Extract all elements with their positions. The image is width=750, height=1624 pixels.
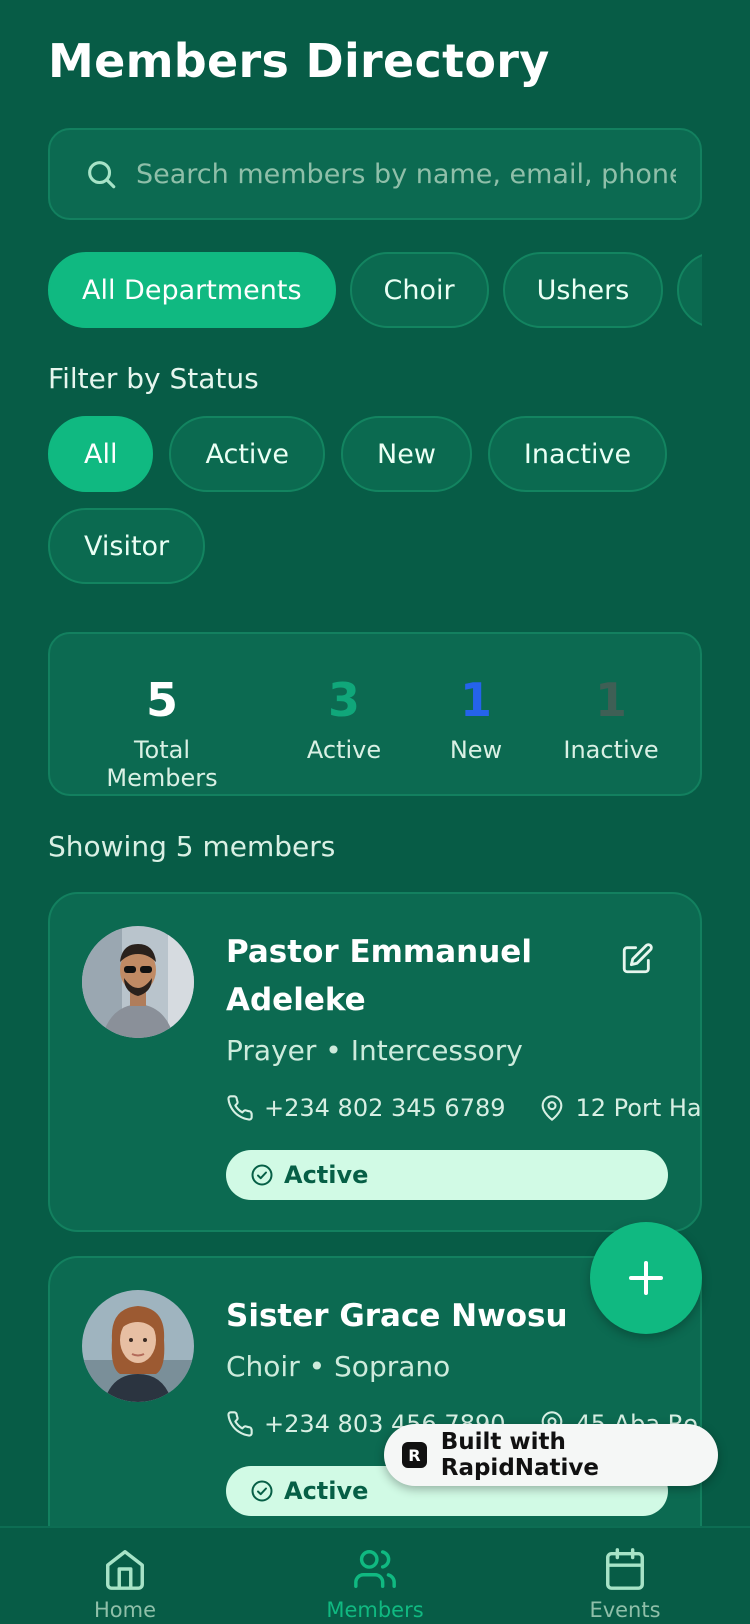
phone-icon bbox=[227, 1095, 253, 1121]
dept-chip-more[interactable] bbox=[677, 252, 702, 328]
phone-icon bbox=[227, 1411, 253, 1437]
calendar-icon bbox=[606, 1548, 644, 1590]
home-icon bbox=[106, 1550, 144, 1590]
member-phone: +234 802 345 6789 bbox=[264, 1094, 506, 1122]
add-member-button[interactable] bbox=[590, 1222, 702, 1334]
address-info: 12 Port Harcourt Road bbox=[538, 1094, 702, 1122]
avatar bbox=[82, 926, 194, 1038]
search-icon bbox=[88, 161, 116, 189]
member-name: Sister Grace Nwosu bbox=[226, 1298, 568, 1334]
status-filter-label: Filter by Status bbox=[48, 362, 259, 395]
member-contact: +234 802 345 6789 12 Port Harcourt Road bbox=[226, 1094, 702, 1122]
stat-active-label: Active bbox=[306, 736, 382, 764]
stat-total-label: Total Members bbox=[106, 736, 218, 792]
status-chip-inactive[interactable]: Inactive bbox=[487, 416, 668, 492]
member-role: Prayer • Intercessory bbox=[226, 1034, 523, 1067]
results-count: Showing 5 members bbox=[48, 830, 336, 863]
tab-events-label: Events bbox=[589, 1598, 661, 1622]
department-filter-row: All Departments Choir Ushers bbox=[48, 252, 702, 328]
tab-members-label: Members bbox=[326, 1598, 424, 1622]
avatar bbox=[82, 1290, 194, 1402]
member-name: Pastor Emmanuel Adeleke bbox=[226, 934, 532, 1018]
status-badge: Active bbox=[226, 1150, 668, 1200]
stat-new-label: New bbox=[449, 736, 503, 764]
edit-button[interactable] bbox=[620, 942, 654, 980]
stat-new-value: 1 bbox=[459, 673, 492, 727]
stat-inactive: 1 Inactive bbox=[556, 674, 666, 764]
built-with-badge[interactable]: R Built with RapidNative bbox=[384, 1424, 718, 1486]
dept-chip-choir[interactable]: Choir bbox=[349, 252, 489, 328]
status-chip-visitor[interactable]: Visitor bbox=[48, 508, 206, 584]
status-badge-label: Active bbox=[284, 1477, 369, 1505]
dept-chip-all[interactable]: All Departments bbox=[48, 252, 336, 328]
member-address: 12 Port Harcourt Road bbox=[575, 1094, 702, 1122]
status-chip-all[interactable]: All bbox=[48, 416, 154, 492]
page-title: Members Directory bbox=[48, 34, 550, 88]
stat-total: 5 Total Members bbox=[82, 674, 242, 792]
status-badge-label: Active bbox=[284, 1161, 369, 1189]
member-role: Choir • Soprano bbox=[226, 1350, 451, 1383]
status-filter-row: All Active New Inactive Visitor bbox=[48, 416, 702, 584]
stats-card: 5 Total Members 3 Active 1 New 1 Inactiv… bbox=[48, 632, 702, 796]
stat-active: 3 Active bbox=[294, 674, 394, 764]
stat-active-value: 3 bbox=[327, 673, 360, 727]
built-with-label: Built with RapidNative bbox=[440, 1429, 600, 1481]
check-circle-icon bbox=[251, 1164, 273, 1186]
check-circle-icon bbox=[251, 1480, 273, 1502]
tab-home[interactable]: Home bbox=[50, 1546, 200, 1622]
search-input[interactable] bbox=[136, 158, 676, 190]
stat-new: 1 New bbox=[426, 674, 526, 764]
tab-home-label: Home bbox=[93, 1598, 156, 1622]
stat-inactive-label: Inactive bbox=[563, 736, 659, 764]
plus-icon bbox=[629, 1261, 663, 1295]
status-chip-active[interactable]: Active bbox=[169, 416, 326, 492]
member-card[interactable]: Pastor Emmanuel Adeleke Prayer • Interce… bbox=[48, 892, 702, 1232]
search-bar[interactable] bbox=[48, 128, 702, 220]
bottom-tab-bar: Home Members Events bbox=[0, 1526, 750, 1624]
tab-events[interactable]: Events bbox=[550, 1546, 700, 1622]
tab-members[interactable]: Members bbox=[300, 1546, 450, 1622]
stat-total-value: 5 bbox=[145, 673, 178, 727]
status-chip-new[interactable]: New bbox=[341, 416, 472, 492]
users-icon bbox=[354, 1550, 396, 1588]
dept-chip-ushers[interactable]: Ushers bbox=[502, 252, 664, 328]
edit-icon bbox=[622, 943, 653, 974]
rapidnative-logo-icon: R bbox=[402, 1442, 427, 1468]
phone-link[interactable]: +234 802 345 6789 bbox=[226, 1094, 506, 1122]
location-pin-icon bbox=[541, 1095, 562, 1121]
stat-inactive-value: 1 bbox=[594, 673, 627, 727]
